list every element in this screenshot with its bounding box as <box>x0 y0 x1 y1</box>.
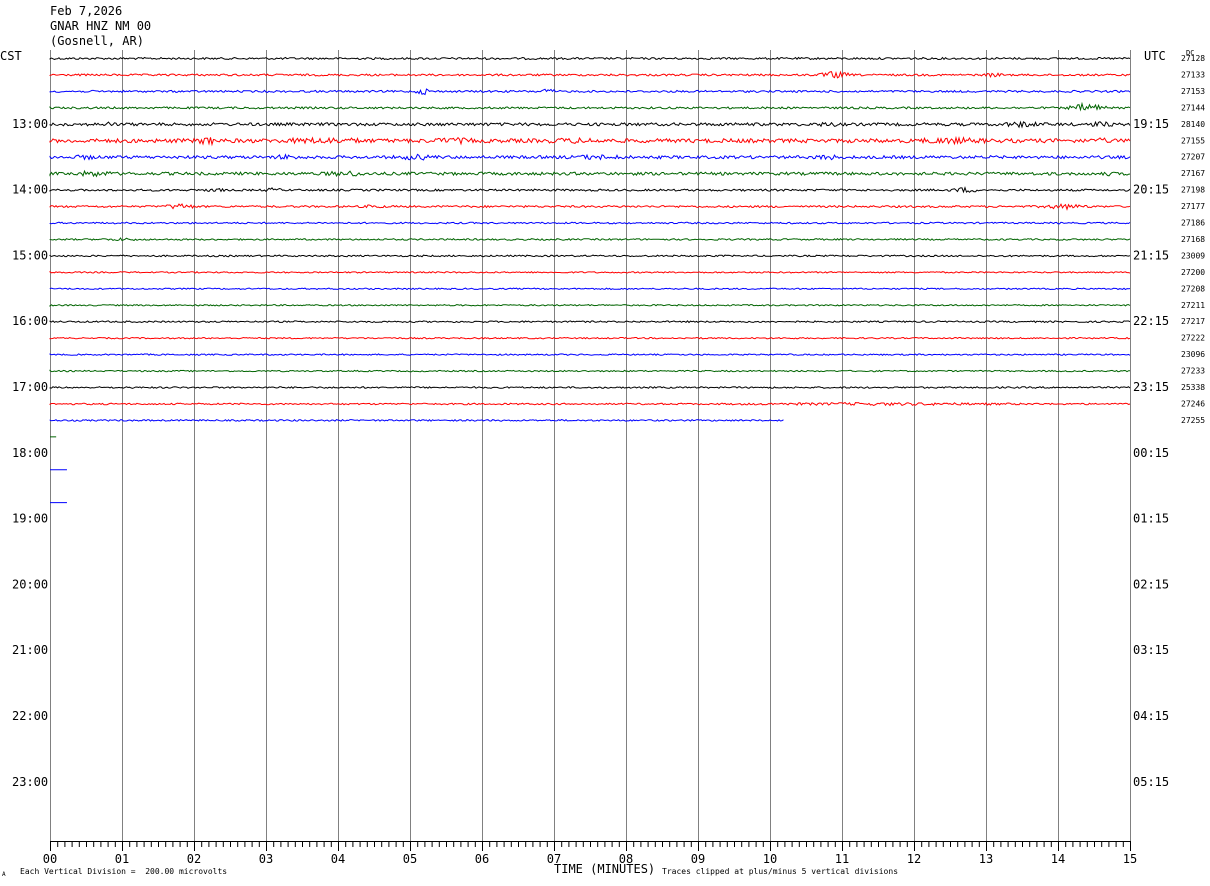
trace-line <box>49 88 1131 96</box>
helicorder-plot: 00 01 02 03 04 05 06 07 08 09 10 11 12 13 14 15 2712827… <box>12 50 1205 866</box>
trace-line <box>49 287 1131 291</box>
grid-lines <box>50 50 1131 841</box>
dc-offset-label: 27207 <box>1181 153 1205 162</box>
x-tick-label: 13 <box>979 852 993 866</box>
dc-offset-label: 27155 <box>1181 136 1205 145</box>
trace-line <box>49 369 1131 373</box>
cst-time-label: 23:00 <box>12 775 48 789</box>
trace-line <box>49 353 1131 356</box>
dc-offset-label: 27217 <box>1181 317 1205 326</box>
x-tick-label: 14 <box>1051 852 1065 866</box>
utc-time-label: 05:15 <box>1133 775 1169 789</box>
x-tick-label: 12 <box>907 852 921 866</box>
x-tick-label: 06 <box>475 852 489 866</box>
dc-offset-label: 27177 <box>1181 202 1205 211</box>
cst-time-label: 19:00 <box>12 512 48 526</box>
utc-time-label: 23:15 <box>1133 380 1169 394</box>
trace-line <box>49 203 1131 211</box>
cst-time-label: 21:00 <box>12 643 48 657</box>
trace-line <box>49 56 1131 61</box>
utc-time-label: 01:15 <box>1133 512 1169 526</box>
dc-offset-label: 27211 <box>1181 301 1205 310</box>
utc-time-label: 22:15 <box>1133 314 1169 328</box>
dc-offset-label: 28140 <box>1181 120 1205 129</box>
trace-line <box>49 401 1131 407</box>
cst-time-label: 13:00 <box>12 117 48 131</box>
utc-time-label: 03:15 <box>1133 643 1169 657</box>
dc-offset-label: 27208 <box>1181 284 1205 293</box>
utc-time-label: 04:15 <box>1133 709 1169 723</box>
utc-time-label: 02:15 <box>1133 577 1169 591</box>
trace-line <box>49 386 1131 389</box>
cst-time-label: 18:00 <box>12 446 48 460</box>
dc-offset-label: 27133 <box>1181 70 1205 79</box>
dc-offset-label: 27246 <box>1181 399 1205 408</box>
x-tick-label: 02 <box>187 852 201 866</box>
x-tick-label: 04 <box>331 852 345 866</box>
dc-offset-label: 27144 <box>1181 103 1205 112</box>
trace-line <box>49 135 1131 147</box>
dc-offset-label: 27200 <box>1181 268 1205 277</box>
row-labels: 27128 27133 27153 27144 28140 27155 27207 27167… <box>12 54 1205 789</box>
corner-mark: A <box>2 871 6 878</box>
x-tick-label: 09 <box>691 852 705 866</box>
trace-line <box>49 237 1131 242</box>
trace-line <box>49 254 1131 258</box>
x-tick-label: 10 <box>763 852 777 866</box>
dc-offset-label: 25338 <box>1181 383 1205 392</box>
trace-line <box>49 169 1131 178</box>
dc-offset-label: 27128 <box>1181 54 1205 63</box>
trace-line <box>49 70 1131 79</box>
dc-offset-label: 27198 <box>1181 186 1205 195</box>
x-tick-label: 03 <box>259 852 273 866</box>
x-tick-label: 11 <box>835 852 849 866</box>
utc-time-label: 00:15 <box>1133 446 1169 460</box>
trace-line <box>49 418 784 422</box>
cst-time-label: 15:00 <box>12 248 48 262</box>
dc-offset-label: 27255 <box>1181 416 1205 425</box>
trace-line <box>49 120 1131 129</box>
cst-time-label: 22:00 <box>12 709 48 723</box>
seismic-traces <box>49 56 1131 504</box>
x-tick-label: 15 <box>1123 852 1137 866</box>
cst-time-label: 14:00 <box>12 183 48 197</box>
trace-line <box>49 153 1131 161</box>
trace-line <box>49 270 1131 274</box>
utc-time-label: 20:15 <box>1133 183 1169 197</box>
x-tick-label: 00 <box>43 852 57 866</box>
dc-offset-label: 27168 <box>1181 235 1205 244</box>
trace-line <box>49 320 1131 324</box>
dc-offset-label: 27167 <box>1181 169 1205 178</box>
scale-note: Each Vertical Division = 200.00 microvol… <box>20 867 228 876</box>
x-tick-label: 05 <box>403 852 417 866</box>
cst-time-label: 17:00 <box>12 380 48 394</box>
utc-time-label: 21:15 <box>1133 248 1169 262</box>
clip-note: Traces clipped at plus/minus 5 vertical … <box>662 867 899 876</box>
dc-offset-label: 23096 <box>1181 350 1205 359</box>
dc-offset-label: 27233 <box>1181 367 1205 376</box>
trace-line <box>49 303 1131 307</box>
dc-offset-label: 23009 <box>1181 251 1205 260</box>
trace-line <box>49 186 1131 194</box>
cst-time-label: 16:00 <box>12 314 48 328</box>
trace-line <box>49 101 1131 112</box>
dc-offset-label: 27186 <box>1181 219 1205 228</box>
x-axis-title: TIME (MINUTES) <box>554 862 656 876</box>
trace-line <box>49 221 1131 225</box>
utc-time-label: 19:15 <box>1133 117 1169 131</box>
trace-line <box>49 336 1131 340</box>
dc-offset-label: 27153 <box>1181 87 1205 96</box>
dc-offset-label: 27222 <box>1181 334 1205 343</box>
x-tick-label: 01 <box>115 852 129 866</box>
cst-time-label: 20:00 <box>12 577 48 591</box>
